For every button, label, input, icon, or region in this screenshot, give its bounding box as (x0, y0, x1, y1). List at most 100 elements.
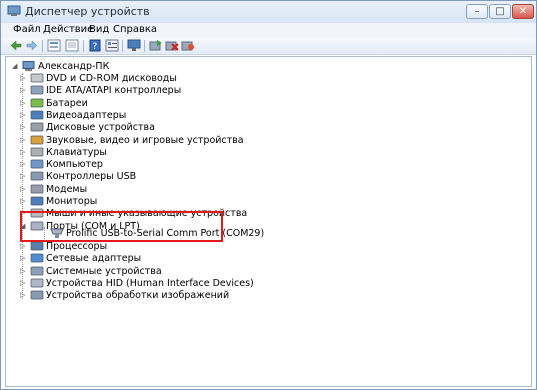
modem-icon (30, 184, 44, 195)
tree-category-label: Мониторы (46, 196, 98, 207)
tree-category-row[interactable]: ▷ Системные устройства (20, 266, 280, 278)
menu-bar: Файл Действие Вид Справка (1, 23, 536, 38)
tree-category-row[interactable]: ▷ IDE ATA/ATAPI контроллеры (20, 85, 280, 97)
video-adapter-icon (30, 110, 44, 121)
expand-arrow-icon[interactable]: ▷ (20, 136, 25, 144)
processor-icon (30, 241, 44, 252)
tree-category-label: Звуковые, видео и игровые устройства (46, 134, 244, 146)
menu-view[interactable]: Вид (89, 24, 109, 35)
properties-icon[interactable] (105, 39, 119, 52)
expand-arrow-icon[interactable]: ▷ (20, 291, 25, 299)
tree-category-row[interactable]: ▷ Звуковые, видео и игровые устройства (20, 135, 280, 147)
menu-action[interactable]: Действие (43, 24, 93, 35)
monitor-icon[interactable] (127, 39, 141, 52)
tree-category-label: Видеоадаптеры (46, 109, 127, 121)
tree-category-row[interactable]: ▷ Видеоадаптеры (20, 110, 280, 122)
computer-icon (30, 159, 44, 170)
maximize-icon: □ (495, 6, 505, 17)
expand-arrow-icon[interactable]: ▷ (20, 99, 25, 107)
tree-category-row[interactable]: ▷ Компьютер (20, 159, 280, 171)
collapse-arrow-icon[interactable]: ◢ (12, 62, 17, 70)
system-device-icon (30, 266, 44, 277)
sound-icon (30, 135, 44, 146)
device-manager-window: Диспетчер устройств – □ ✕ Файл Действие … (0, 0, 537, 390)
expand-arrow-icon[interactable]: ▷ (20, 279, 25, 287)
tree-category-row[interactable]: ▷ Дисковые устройства (20, 122, 280, 134)
close-button[interactable]: ✕ (512, 4, 534, 19)
tree-category-row[interactable]: ▷ Устройства обработки изображений (20, 290, 280, 302)
tree-category-row[interactable]: ▷ Мониторы (20, 196, 280, 208)
expand-arrow-icon[interactable]: ▷ (20, 185, 25, 193)
device-manager-icon (7, 5, 21, 17)
tree-category-label: Дисковые устройства (46, 122, 155, 134)
hid-device-icon (30, 278, 44, 289)
tree-category-row[interactable]: ▷ Контроллеры USB (20, 171, 280, 183)
tree-category-label: Процессоры (46, 241, 108, 252)
tree-category-label: Сетевые адаптеры (46, 253, 142, 265)
imaging-device-icon (30, 290, 44, 301)
disk-drive-icon (30, 122, 44, 133)
toolbar: ? (1, 38, 536, 55)
keyboard-icon (30, 147, 44, 158)
device-tree[interactable]: ◢ Александр-ПК ▷ DVD и CD-ROM дисководы ▷ I… (5, 56, 532, 387)
tree-category-label: Модемы (46, 183, 88, 195)
tree-category-label: Контроллеры USB (46, 171, 137, 183)
tree-category-label: DVD и CD-ROM дисководы (46, 73, 177, 84)
menu-help[interactable]: Справка (113, 24, 157, 35)
tree-category-row[interactable]: ▷ Клавиатуры (20, 147, 280, 159)
update-driver-icon[interactable] (149, 39, 163, 52)
tree-category-label: IDE ATA/ATAPI контроллеры (46, 85, 182, 97)
usb-controller-icon (30, 171, 44, 182)
expand-arrow-icon[interactable]: ▷ (20, 123, 25, 131)
tree-category-label: Батареи (46, 97, 88, 109)
battery-icon (30, 98, 44, 109)
toolbar-separator (144, 40, 145, 52)
tree-category-label: Системные устройства (46, 265, 162, 277)
expand-arrow-icon[interactable]: ▷ (20, 197, 25, 205)
tree-view-icon[interactable] (47, 39, 61, 52)
expand-arrow-icon[interactable]: ▷ (20, 160, 25, 168)
tree-category-row[interactable]: ▷ Устройства HID (Human Interface Devices… (20, 278, 280, 290)
expand-arrow-icon[interactable]: ▷ (20, 242, 25, 250)
tree-category-label: Устройства обработки изображений (46, 290, 230, 302)
network-adapter-icon (30, 253, 44, 264)
disable-device-icon[interactable] (165, 39, 179, 52)
dvd-drive-icon (30, 73, 44, 84)
expand-arrow-icon[interactable]: ▷ (20, 254, 25, 262)
tree-category-row[interactable]: ▷ DVD и CD-ROM дисководы (20, 73, 280, 85)
toolbar-separator (42, 40, 43, 52)
tree-category-label: Клавиатуры (46, 146, 107, 158)
menu-file[interactable]: Файл (13, 24, 41, 35)
expand-arrow-icon[interactable]: ▷ (20, 111, 25, 119)
tree-root-label: Александр-ПК (38, 61, 110, 72)
toolbar-separator (122, 40, 123, 52)
red-highlight-frame (20, 211, 223, 242)
window-title: Диспетчер устройств (25, 5, 150, 18)
minimize-button[interactable]: – (466, 4, 488, 19)
svg-text:?: ? (93, 42, 98, 52)
monitor-icon (30, 196, 44, 207)
computer-icon (22, 61, 36, 72)
expand-arrow-icon[interactable]: ▷ (20, 172, 25, 180)
expand-arrow-icon[interactable]: ▷ (20, 148, 25, 156)
tree-category-row[interactable]: ▷ Модемы (20, 184, 280, 196)
tree-category-row[interactable]: ▷ Процессоры (20, 241, 280, 253)
expand-arrow-icon[interactable]: ▷ (20, 267, 25, 275)
list-view-icon[interactable] (65, 39, 79, 52)
help-book-icon[interactable]: ? (88, 39, 102, 52)
tree-category-label: Компьютер (46, 159, 103, 171)
tree-category-row[interactable]: ▷ Батареи (20, 98, 280, 110)
toolbar-separator (83, 40, 84, 52)
expand-arrow-icon[interactable]: ▷ (20, 86, 25, 94)
back-arrow-icon[interactable] (9, 39, 23, 52)
expand-arrow-icon[interactable]: ▷ (20, 74, 25, 82)
tree-root[interactable]: ◢ Александр-ПК (12, 61, 212, 73)
title-bar[interactable]: Диспетчер устройств – □ ✕ (1, 1, 536, 23)
minimize-icon: – (474, 6, 480, 17)
close-icon: ✕ (518, 6, 528, 17)
ide-controller-icon (30, 85, 44, 96)
forward-arrow-icon[interactable] (25, 39, 39, 52)
tree-category-row[interactable]: ▷ Сетевые адаптеры (20, 253, 280, 265)
uninstall-device-icon[interactable] (181, 39, 195, 52)
maximize-button[interactable]: □ (489, 4, 511, 19)
